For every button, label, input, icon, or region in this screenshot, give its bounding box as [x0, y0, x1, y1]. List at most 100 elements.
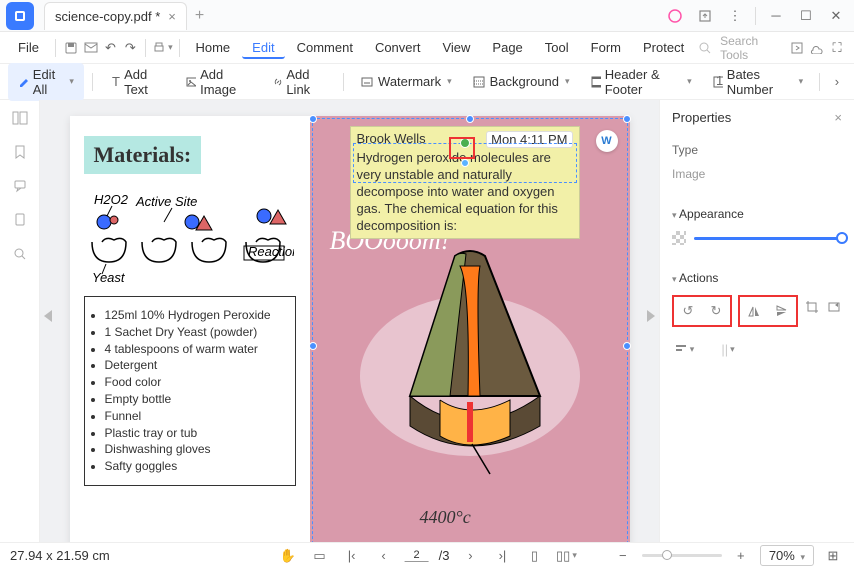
reaction-diagram: H2O2 Active Site Yeast Reaction [84, 192, 296, 282]
prev-page-icon[interactable]: ‹ [373, 545, 395, 567]
first-page-icon[interactable]: |‹ [341, 545, 363, 567]
comment-panel-icon[interactable] [10, 176, 30, 196]
mail-icon[interactable] [82, 37, 100, 59]
word-badge-icon[interactable]: W [596, 130, 618, 152]
bates-number-button[interactable]: 1Bates Number▾ [704, 63, 811, 101]
background-button[interactable]: Background▾ [464, 70, 578, 93]
menu-view[interactable]: View [432, 36, 480, 59]
canvas[interactable]: Materials: H2O2 Active Site [40, 100, 659, 542]
single-page-icon[interactable]: ▯ [523, 545, 545, 567]
close-panel-icon[interactable]: × [834, 110, 842, 125]
align-button[interactable]: ▾ [672, 337, 696, 361]
search-tools-input[interactable]: Search Tools [720, 34, 776, 62]
share-icon[interactable] [691, 2, 719, 30]
undo-icon[interactable]: ↶ [102, 37, 120, 59]
cloud-icon[interactable] [808, 37, 826, 59]
label-h2o2: H2O2 [94, 192, 129, 207]
watermark-button[interactable]: Watermark▾ [352, 70, 460, 93]
main-area: Materials: H2O2 Active Site [0, 100, 854, 542]
list-item: 125ml 10% Hydrogen Peroxide [105, 307, 287, 324]
menu-convert[interactable]: Convert [365, 36, 431, 59]
header-footer-button[interactable]: Header & Footer▾ [582, 63, 700, 101]
save-icon[interactable] [62, 37, 80, 59]
temperature-label: 4400°c [420, 507, 471, 528]
add-tab-button[interactable]: + [195, 7, 204, 25]
select-tool-icon[interactable]: ▭ [309, 545, 331, 567]
replace-image-button[interactable] [826, 295, 842, 319]
menu-home[interactable]: Home [185, 36, 240, 59]
document-page: Materials: H2O2 Active Site [70, 116, 630, 542]
menubar: File ↶ ↷ ▾ Home Edit Comment Convert Vie… [0, 32, 854, 64]
close-tab-icon[interactable]: × [168, 9, 176, 24]
properties-panel: Properties × Type Image Appearance Actio… [659, 100, 854, 542]
highlight-box-1 [449, 137, 475, 159]
actions-section[interactable]: Actions [672, 271, 842, 285]
menu-comment[interactable]: Comment [287, 36, 363, 59]
svg-text:Reaction: Reaction [248, 244, 294, 259]
search-icon[interactable] [696, 37, 714, 59]
more-tools-icon[interactable]: › [828, 71, 846, 93]
continuous-page-icon[interactable]: ▯▯▾ [555, 545, 577, 567]
kebab-menu-icon[interactable]: ⋮ [721, 2, 749, 30]
next-page-icon[interactable]: › [459, 545, 481, 567]
add-link-button[interactable]: Add Link [263, 63, 335, 101]
list-item: Plastic tray or tub [105, 425, 287, 442]
appearance-section[interactable]: Appearance [672, 207, 842, 221]
zoom-slider[interactable] [642, 554, 722, 557]
titlebar: science-copy.pdf * × + ⋮ ─ ☐ ✕ [0, 0, 854, 32]
page-right-column: Brook Wells Mon 4:11 PM Hydrogen peroxid… [310, 116, 630, 542]
menu-tool[interactable]: Tool [535, 36, 579, 59]
menu-page[interactable]: Page [482, 36, 532, 59]
flip-vertical-button[interactable] [770, 299, 794, 323]
redo-icon[interactable]: ↷ [121, 37, 139, 59]
list-item: Detergent [105, 357, 287, 374]
document-tab[interactable]: science-copy.pdf * × [44, 2, 187, 30]
properties-title: Properties [672, 110, 842, 125]
search-panel-icon[interactable] [10, 244, 30, 264]
close-window-button[interactable]: ✕ [822, 2, 850, 30]
add-text-button[interactable]: TAdd Text [101, 63, 173, 101]
flip-horizontal-button[interactable] [742, 299, 766, 323]
distribute-button: ||▾ [716, 337, 740, 361]
zoom-value[interactable]: 70% ▾ [760, 545, 814, 566]
opacity-slider[interactable] [694, 237, 842, 240]
hand-tool-icon[interactable]: ✋ [277, 545, 299, 567]
export-icon[interactable] [788, 37, 806, 59]
list-item: 1 Sachet Dry Yeast (powder) [105, 324, 287, 341]
transparency-icon [672, 231, 686, 245]
attachment-icon[interactable] [10, 210, 30, 230]
expand-icon[interactable]: ⛶ [828, 37, 846, 59]
page-total: /3 [439, 548, 450, 563]
last-page-icon[interactable]: ›| [491, 545, 513, 567]
crop-button[interactable] [804, 295, 820, 319]
print-icon[interactable]: ▾ [152, 37, 173, 59]
svg-text:T: T [112, 75, 120, 89]
add-image-button[interactable]: Add Image [177, 63, 259, 101]
bookmark-icon[interactable] [10, 142, 30, 162]
thumbnails-icon[interactable] [10, 108, 30, 128]
menu-form[interactable]: Form [581, 36, 631, 59]
app-logo [6, 2, 34, 30]
menu-edit[interactable]: Edit [242, 36, 284, 59]
page-input[interactable] [405, 549, 429, 562]
edit-all-button[interactable]: Edit All▾ [8, 63, 84, 101]
file-menu[interactable]: File [8, 36, 49, 59]
ai-icon[interactable] [661, 2, 689, 30]
zoom-in-icon[interactable]: + [730, 545, 752, 567]
list-item: Funnel [105, 408, 287, 425]
sticky-note[interactable]: Brook Wells Mon 4:11 PM Hydrogen peroxid… [350, 126, 580, 239]
zoom-out-icon[interactable]: − [612, 545, 634, 567]
actions-row: ↺ ↻ [672, 295, 842, 327]
flip-group-highlight [738, 295, 798, 327]
prev-page-handle[interactable] [44, 310, 52, 322]
maximize-button[interactable]: ☐ [792, 2, 820, 30]
page-dimensions: 27.94 x 21.59 cm [10, 548, 110, 563]
fit-page-icon[interactable]: ⊞ [822, 545, 844, 567]
list-item: Empty bottle [105, 391, 287, 408]
minimize-button[interactable]: ─ [762, 2, 790, 30]
next-page-handle[interactable] [647, 310, 655, 322]
rotate-right-button[interactable]: ↻ [704, 299, 728, 323]
rotate-left-button[interactable]: ↺ [676, 299, 700, 323]
svg-text:1: 1 [716, 75, 723, 88]
menu-protect[interactable]: Protect [633, 36, 694, 59]
